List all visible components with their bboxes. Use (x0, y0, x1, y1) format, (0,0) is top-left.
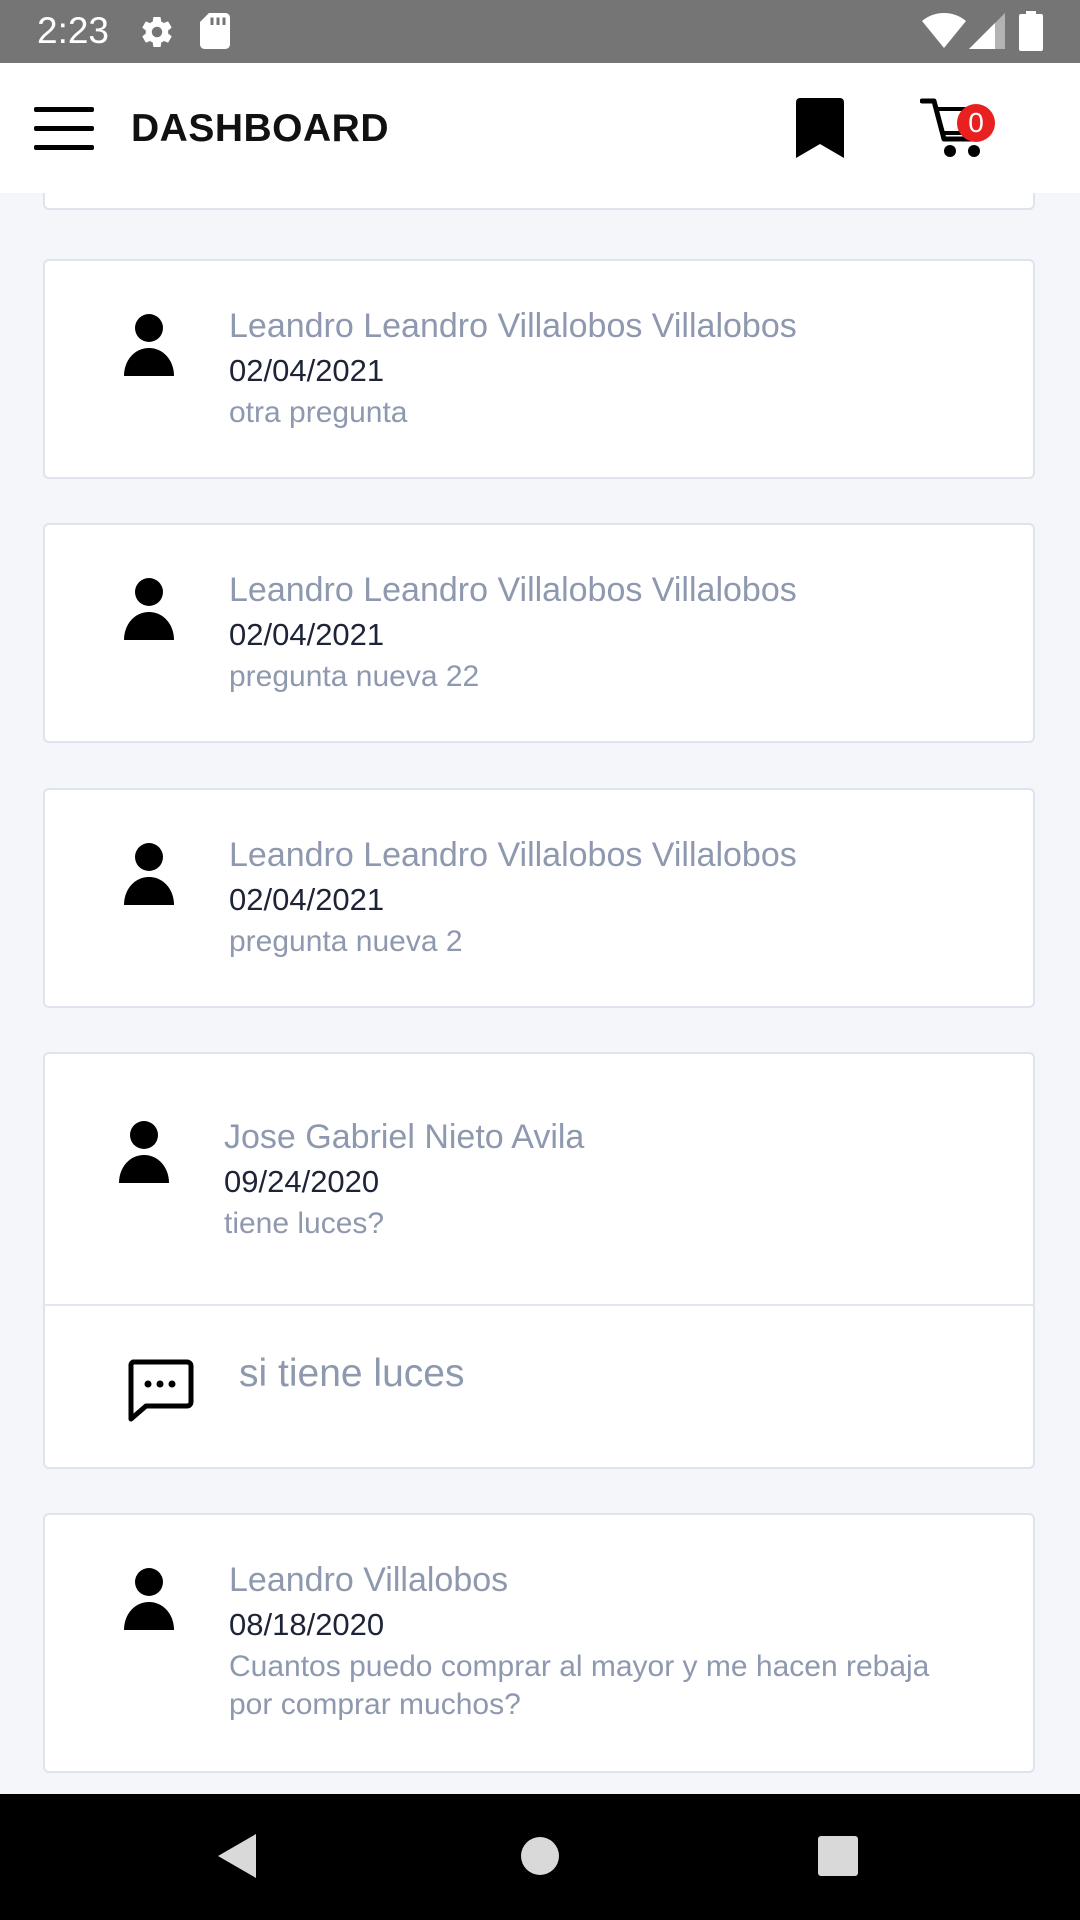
bookmark-icon[interactable] (796, 98, 844, 158)
cart-button[interactable]: 0 (920, 95, 1000, 165)
question-card-answered: Jose Gabriel Nieto Avila 09/24/2020 tien… (43, 1052, 1035, 1469)
status-time: 2:23 (37, 10, 110, 51)
question-date: 08/18/2020 (229, 1607, 385, 1642)
question-date: 09/24/2020 (224, 1164, 380, 1199)
question-text: pregunta nueva 22 (229, 660, 480, 693)
answer-divider (45, 1304, 1033, 1306)
cart-count-badge: 0 (957, 104, 995, 142)
question-author: Leandro Leandro Villalobos Villalobos (229, 836, 797, 874)
person-icon (119, 1121, 169, 1183)
question-author: Leandro Villalobos (229, 1561, 509, 1599)
question-text: Cuantos puedo comprar al mayor y me hace… (229, 1650, 930, 1721)
navigation-bar (0, 1794, 1080, 1920)
wifi-icon (922, 13, 966, 48)
question-date: 02/04/2021 (229, 882, 385, 917)
question-card: Leandro Leandro Villalobos Villalobos 02… (43, 259, 1035, 479)
question-card: Leandro Villalobos 08/18/2020 Cuantos pu… (43, 1513, 1035, 1773)
sd-card-icon (200, 13, 230, 49)
recent-apps-icon[interactable] (818, 1836, 858, 1876)
signal-icon (969, 13, 1005, 49)
person-icon (124, 843, 174, 905)
question-text: otra pregunta (229, 396, 408, 429)
question-text: tiene luces? (224, 1207, 385, 1240)
question-author: Leandro Leandro Villalobos Villalobos (229, 571, 797, 609)
gear-icon (142, 17, 172, 48)
question-author: Jose Gabriel Nieto Avila (224, 1118, 585, 1156)
question-date: 02/04/2021 (229, 617, 385, 652)
person-icon (124, 314, 174, 376)
menu-icon[interactable] (34, 107, 96, 151)
questions-list: Leandro Leandro Villalobos Villalobos 02… (0, 193, 1080, 1794)
person-icon (124, 578, 174, 640)
answer-text: si tiene luces (239, 1352, 465, 1395)
app-bar: DASHBOARD 0 (0, 63, 1080, 193)
back-icon[interactable] (216, 1832, 258, 1880)
question-author: Leandro Leandro Villalobos Villalobos (229, 307, 797, 345)
home-icon[interactable] (520, 1836, 560, 1876)
question-text: pregunta nueva 2 (229, 925, 463, 958)
question-card: Leandro Leandro Villalobos Villalobos 02… (43, 523, 1035, 743)
question-date: 02/04/2021 (229, 353, 385, 388)
question-card-partial (43, 193, 1035, 210)
battery-icon (1019, 11, 1043, 51)
person-icon (124, 1568, 174, 1630)
chat-bubble-icon (128, 1359, 194, 1422)
page-title: DASHBOARD (131, 107, 389, 150)
question-card: Leandro Leandro Villalobos Villalobos 02… (43, 788, 1035, 1008)
status-bar: 2:23 (0, 0, 1080, 63)
